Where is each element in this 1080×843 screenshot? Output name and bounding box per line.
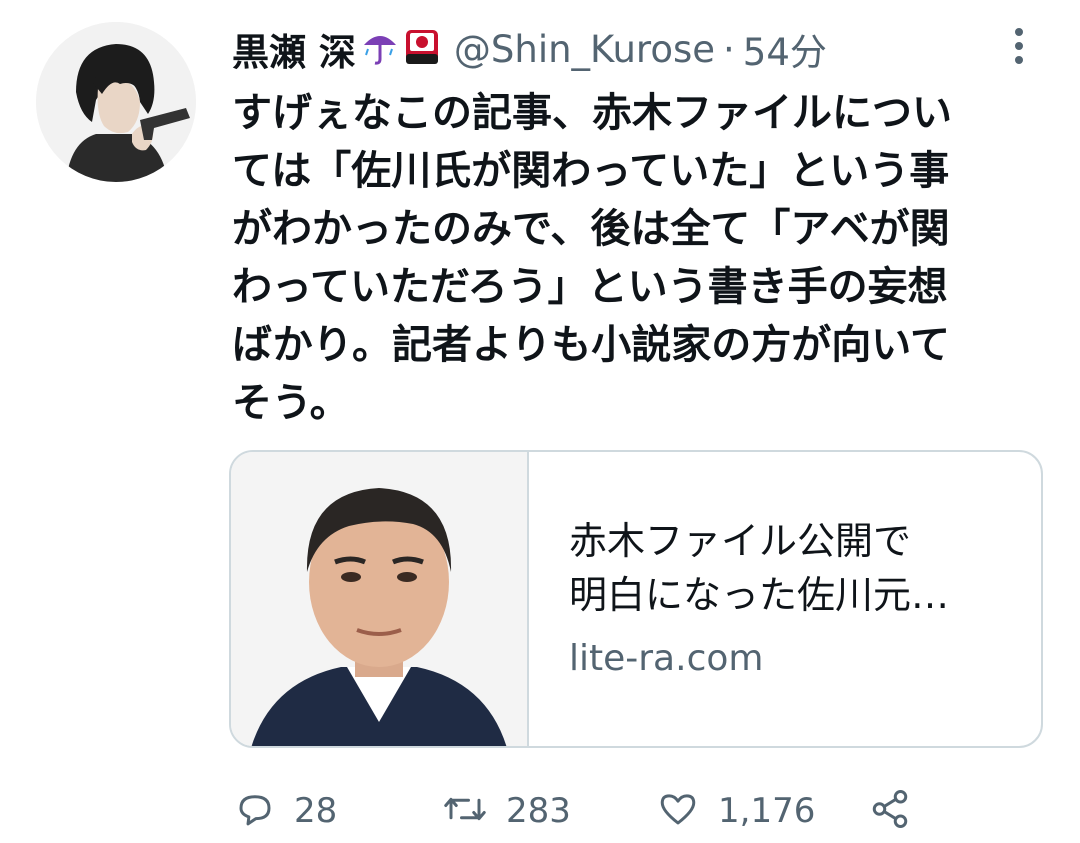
like-count: 1,176 [718,791,816,831]
heart-icon [656,788,700,834]
tweet-text: すげぇなこの記事、赤木ファイルについ ては「佐川氏が関わっていた」という事 がわ… [232,84,1052,432]
tweet-text-line: すげぇなこの記事、赤木ファイルについ [232,90,952,136]
tweet-actions: 28 283 1,176 [232,780,1032,842]
link-preview-image [231,452,529,746]
tweet-text-line: ばかり。記者よりも小説家の方が向いて [232,322,950,368]
share-icon [868,788,912,834]
more-options-icon[interactable] [1004,24,1034,68]
reply-count: 28 [294,791,338,831]
card-title-line: 明白になった佐川元… [569,573,950,617]
display-name[interactable]: 黒瀬 深 [232,22,356,76]
reply-icon [234,788,276,834]
umbrella-rain-emoji [362,27,398,71]
avatar-illustration [36,22,196,182]
tweet-text-line: わっていただろう」という書き手の妄想 [232,264,948,310]
tweet-text-line: そう。 [232,380,350,426]
card-title-line: 赤木ファイル公開で [569,519,912,563]
retweet-count: 283 [506,791,571,831]
reply-button[interactable]: 28 [234,780,337,842]
tweet-timestamp[interactable]: 54分 [743,22,827,76]
like-button[interactable]: 1,176 [656,780,815,842]
link-preview-domain: lite-ra.com [569,638,764,679]
tweet-header: 黒瀬 深 @Shin_Kurose · 54分 [232,20,1032,78]
retweet-button[interactable]: 283 [442,780,571,842]
retweet-icon [442,788,488,834]
red-flag-card-emoji [404,27,440,71]
tweet-text-line: がわかったのみで、後は全て「アベが関 [232,206,950,252]
user-handle[interactable]: @Shin_Kurose [454,28,715,71]
link-preview-card[interactable]: 赤木ファイル公開で 明白になった佐川元… lite-ra.com [229,450,1043,748]
separator-dot: · [723,27,735,71]
link-preview-title: 赤木ファイル公開で 明白になった佐川元… [569,514,1009,622]
share-button[interactable] [868,780,912,842]
avatar[interactable] [36,22,196,182]
tweet-text-line: ては「佐川氏が関わっていた」という事 [232,148,950,194]
